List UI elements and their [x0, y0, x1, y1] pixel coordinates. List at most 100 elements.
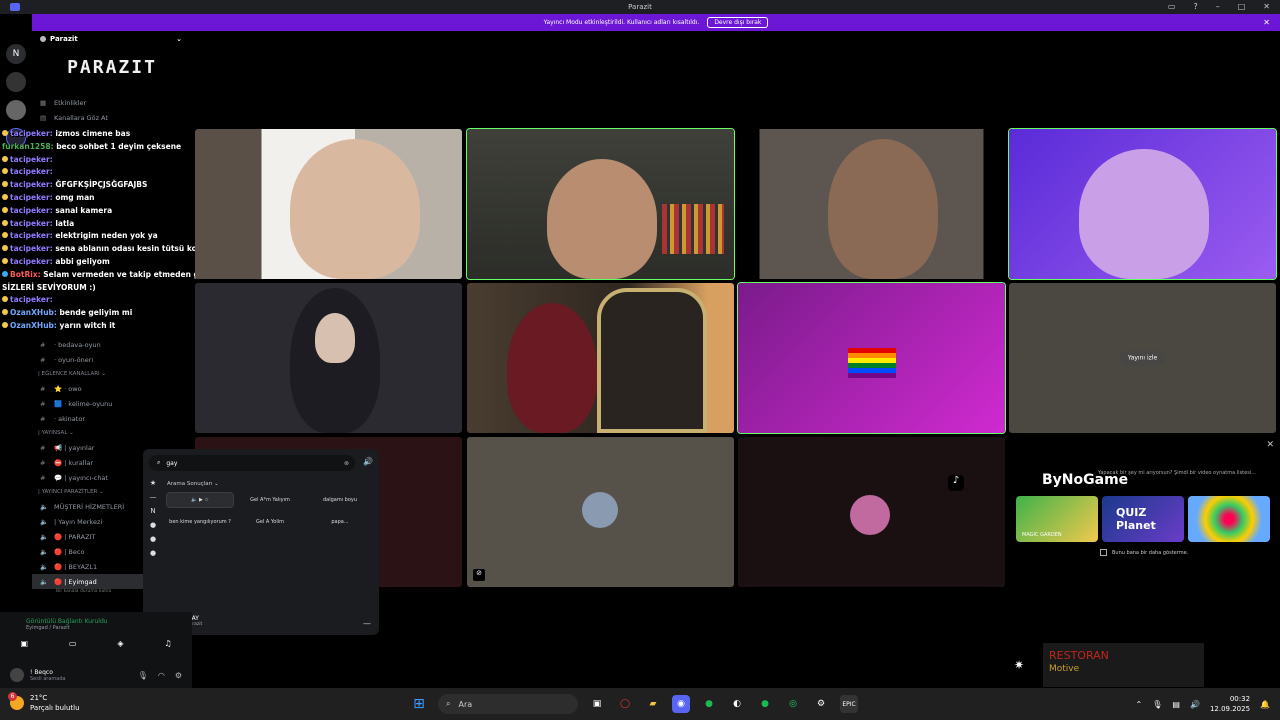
badge-icon — [2, 245, 8, 252]
video-tile-speaking[interactable] — [466, 128, 735, 280]
app-icon[interactable]: ◐ — [728, 695, 746, 713]
whatsapp-icon[interactable]: ◎ — [784, 695, 802, 713]
opera-icon[interactable]: ◯ — [616, 695, 634, 713]
inbox-icon[interactable]: ▭ — [1168, 2, 1176, 11]
activity-icon[interactable]: ◈ — [117, 639, 123, 648]
gear-icon[interactable]: ⚙ — [175, 671, 182, 680]
stream-tile[interactable]: Yayını izle — [1009, 283, 1276, 433]
sound-button-selected[interactable]: 🔈 ▶ ☆ — [166, 492, 234, 508]
search-query: gay — [166, 459, 178, 467]
avatar[interactable] — [10, 668, 24, 682]
task-view-icon[interactable]: ▣ — [588, 695, 606, 713]
chat-msg: omg man — [55, 192, 95, 202]
game-card[interactable] — [1188, 496, 1270, 542]
channel-kelime-oyunu[interactable]: # 🟦 · kelime-oyunu — [32, 396, 192, 411]
channel-label: · bedava-oyun — [54, 340, 101, 349]
hash-icon: # — [40, 384, 46, 393]
disable-streamer-mode-button[interactable]: Devre dışı bırak — [707, 17, 769, 28]
sound-button[interactable]: Gel A Yolim — [235, 515, 305, 529]
soundboard-search-input[interactable]: ⌕ gay ⊗ — [149, 455, 355, 471]
badge-icon — [2, 206, 8, 213]
spotify-icon[interactable]: ● — [756, 695, 774, 713]
chevron-up-icon[interactable]: ⌃ — [1136, 700, 1143, 709]
dont-show-again-checkbox[interactable]: Bunu bana bir daha gösterme. — [1100, 549, 1188, 556]
close-icon[interactable]: ✕ — [1266, 440, 1274, 450]
video-tile[interactable] — [467, 283, 734, 433]
epic-games-icon[interactable]: EPIC — [840, 695, 858, 713]
server-icon-n[interactable]: N — [150, 507, 155, 515]
minus-icon[interactable]: — — [150, 493, 157, 501]
category-header[interactable]: | YAYINSAL ⌄ — [32, 426, 192, 440]
discord-taskbar-icon[interactable]: ◉ — [672, 695, 690, 713]
video-tile[interactable] — [195, 283, 462, 433]
server-icon-parazit[interactable] — [6, 72, 26, 92]
channel-oyun-oneri[interactable]: # · oyun-önerı — [32, 352, 192, 367]
sound-button[interactable]: dalgamı boyu — [307, 493, 373, 507]
events-item[interactable]: ▦ Etkinlikler — [32, 95, 192, 110]
channel-label: Kanallara Göz At — [54, 113, 108, 122]
channel-label: · akinator — [54, 414, 85, 423]
participant — [547, 159, 657, 279]
camera-icon[interactable]: ▣ — [20, 639, 28, 648]
star-icon[interactable]: ★ — [150, 479, 156, 487]
maximize-button[interactable]: □ — [1238, 2, 1246, 11]
browse-channels-item[interactable]: ▤ Kanallara Göz At — [32, 110, 192, 125]
help-icon[interactable]: ? — [1193, 2, 1197, 11]
minimize-button[interactable]: – — [1216, 2, 1220, 11]
soundboard-icon[interactable]: ♫ — [164, 639, 171, 648]
chat-msg: abbi geliyom — [55, 256, 110, 266]
notifications-icon[interactable]: 🔔 — [1260, 700, 1270, 709]
channel-akinator[interactable]: # · akinator — [32, 411, 192, 426]
video-tile-speaking[interactable] — [1008, 128, 1277, 280]
close-icon[interactable]: ✕ — [1263, 18, 1270, 27]
headphones-icon[interactable]: ◠ — [158, 671, 165, 680]
game-card[interactable]: MAGIC GARDEN — [1016, 496, 1098, 542]
clock[interactable]: 00:32 12.09.2025 — [1210, 694, 1250, 714]
avatar — [850, 495, 890, 535]
volume-icon[interactable]: 🔊 — [363, 457, 373, 466]
video-tile[interactable] — [738, 129, 1005, 279]
ad-panel: ✕ ByNoGame Yapacak bir şey mi arıyorsun?… — [1008, 440, 1280, 588]
video-tile[interactable]: ♪ — [738, 437, 1005, 587]
chat-msg: sanal kamera — [55, 205, 113, 215]
screen-share-icon[interactable]: ▭ — [69, 639, 77, 648]
minus-icon[interactable]: — — [363, 619, 371, 628]
channel-label: ⛔ | kurallar — [54, 458, 94, 467]
channel-owo[interactable]: # ⭐ · owo — [32, 381, 192, 396]
video-tile[interactable] — [195, 129, 462, 279]
server-icon[interactable]: ● — [150, 521, 156, 529]
clear-icon[interactable]: ⊗ — [344, 460, 349, 467]
server-icon[interactable] — [6, 100, 26, 120]
steam-icon[interactable]: ⚙ — [812, 695, 830, 713]
windows-start-icon[interactable]: ⊞ — [410, 695, 428, 713]
badge-icon — [2, 219, 8, 226]
network-icon[interactable]: ▤ — [1172, 700, 1180, 709]
taskbar-search[interactable]: ⌕ Ara — [438, 694, 578, 714]
channel-bedava-oyun[interactable]: # · bedava-oyun — [32, 337, 192, 352]
server-icon-n[interactable]: N — [6, 44, 26, 64]
chevron-down-icon[interactable]: ⌄ — [176, 35, 182, 43]
chat-user: OzanXHub: — [10, 308, 57, 318]
microphone-icon[interactable]: 🎙 — [138, 671, 148, 680]
video-tile-speaking[interactable] — [737, 282, 1006, 434]
sound-button[interactable]: Gel A*m Yalıyım — [235, 493, 305, 507]
microphone-icon[interactable]: 🎙 — [1152, 700, 1162, 709]
sound-button[interactable]: papa... — [307, 515, 373, 529]
weather-widget[interactable]: 6 21°C Parçalı bulutlu — [8, 692, 80, 713]
sound-button[interactable]: ben kime yangılıyorum ? — [167, 515, 233, 529]
watch-stream-button[interactable]: Yayını izle — [1119, 350, 1166, 366]
streamer-mode-banner: Yayıncı Modu etkinleştirildi. Kullanıcı … — [32, 14, 1280, 31]
server-name[interactable]: Parazit ⌄ — [32, 31, 192, 47]
game-card[interactable]: QUIZ Planet — [1102, 496, 1184, 542]
spotify-icon[interactable]: ● — [700, 695, 718, 713]
category-header[interactable]: | EĞLENCE KANALLARI ⌄ — [32, 367, 192, 381]
video-tile[interactable]: ⊘ — [467, 437, 734, 587]
close-button[interactable]: ✕ — [1263, 2, 1270, 11]
file-explorer-icon[interactable]: ▰ — [644, 695, 662, 713]
server-icon[interactable]: ● — [150, 535, 156, 543]
restoran-title: RESTORAN — [1049, 649, 1109, 662]
user-status: Sesli aramada — [30, 675, 66, 682]
badge-icon — [2, 193, 8, 200]
volume-icon[interactable]: 🔊 — [1190, 700, 1200, 709]
server-icon[interactable]: ● — [150, 549, 156, 557]
